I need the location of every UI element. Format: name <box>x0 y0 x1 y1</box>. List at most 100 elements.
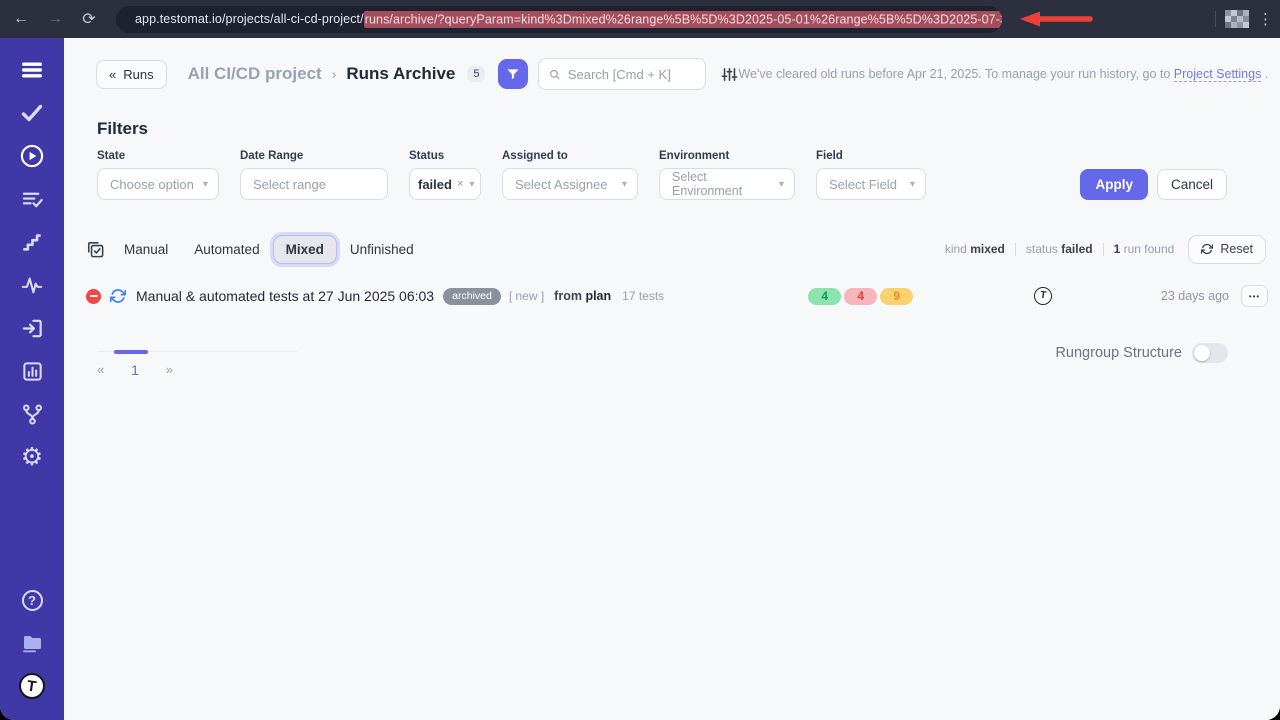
summary-divider <box>1103 243 1104 256</box>
filter-toggle-button[interactable] <box>498 59 528 89</box>
play-circle-icon[interactable] <box>18 142 46 170</box>
apply-button[interactable]: Apply <box>1080 169 1148 200</box>
runs-button-label: Runs <box>123 67 153 82</box>
date-range-input-wrap <box>240 168 388 200</box>
pagination-prev[interactable]: « <box>97 362 104 378</box>
field-label: Field <box>816 150 926 162</box>
checklist-icon[interactable] <box>18 185 46 213</box>
filter-status: Status failed × ▾ <box>409 150 481 200</box>
reload-icon[interactable]: ⟳ <box>76 9 102 29</box>
filter-assigned-to: Assigned to Select Assignee ▾ <box>502 150 638 200</box>
browser-menu-icon[interactable]: ⋮ <box>1258 10 1272 28</box>
pagination-page-1[interactable]: 1 <box>131 362 139 378</box>
archived-badge: archived <box>443 288 501 305</box>
project-settings-link[interactable]: Project Settings <box>1174 67 1262 82</box>
cleanup-notice: We've cleared old runs before Apr 21, 20… <box>738 67 1268 81</box>
forward-icon[interactable]: → <box>42 10 68 28</box>
help-icon[interactable]: ? <box>18 586 46 614</box>
new-badge: [ new ] <box>509 289 544 303</box>
search-input[interactable] <box>568 67 696 82</box>
check-icon[interactable] <box>18 99 46 127</box>
extension-icon[interactable] <box>1225 10 1249 28</box>
tab-mixed[interactable]: Mixed <box>273 235 337 264</box>
toggle-knob <box>1194 345 1210 361</box>
breadcrumb: All CI/CD project › Runs Archive 5 <box>188 64 486 84</box>
passed-count-badge: 4 <box>808 288 841 305</box>
run-more-button[interactable]: ••• <box>1241 285 1268 307</box>
chevron-down-icon: ▾ <box>779 179 784 190</box>
select-all-runs-button[interactable] <box>86 240 105 259</box>
page-title: Runs Archive <box>346 64 455 84</box>
menu-icon[interactable] <box>18 56 46 84</box>
assignee-select[interactable]: Select Assignee ▾ <box>502 168 638 200</box>
reset-filters-button[interactable]: Reset <box>1188 235 1266 264</box>
import-icon[interactable] <box>18 314 46 342</box>
filter-actions: Apply Cancel <box>1080 169 1227 200</box>
filter-field: Field Select Field ▾ <box>816 150 926 200</box>
kind-summary: kind mixed <box>945 242 1005 256</box>
environment-label: Environment <box>659 150 795 162</box>
run-source: from plan <box>554 289 611 303</box>
rungroup-structure-control: Rungroup Structure <box>1055 343 1228 363</box>
date-range-input[interactable] <box>253 177 375 192</box>
browser-window: ← → ⟳ app.testomat.io/projects/all-ci-cd… <box>0 0 1280 720</box>
activity-icon[interactable] <box>18 271 46 299</box>
breadcrumb-project[interactable]: All CI/CD project <box>188 64 322 84</box>
status-summary: status failed <box>1026 242 1093 256</box>
funnel-icon <box>506 67 520 81</box>
folder-icon[interactable] <box>18 629 46 657</box>
notice-text: We've cleared old runs before Apr 21, 20… <box>738 67 1170 81</box>
run-title-link[interactable]: Manual & automated tests at 27 Jun 2025 … <box>136 288 434 304</box>
assigned-to-label: Assigned to <box>502 150 638 162</box>
back-to-runs-button[interactable]: « Runs <box>96 60 167 89</box>
environment-select[interactable]: Select Environment ▾ <box>659 168 795 200</box>
failed-status-icon <box>86 289 101 304</box>
adjust-columns-button[interactable] <box>721 66 738 83</box>
collapse-icon: « <box>109 67 116 82</box>
mixed-run-icon <box>110 288 126 304</box>
filter-environment: Environment Select Environment ▾ <box>659 150 795 200</box>
pagination-next[interactable]: » <box>166 362 173 378</box>
browser-controls: ⋮ <box>1215 0 1272 38</box>
run-time-ago: 23 days ago <box>1161 289 1229 303</box>
remove-status-icon[interactable]: × <box>457 178 463 190</box>
status-select[interactable]: failed × ▾ <box>409 168 481 200</box>
chevron-down-icon: ▾ <box>622 179 627 190</box>
sidebar: ⚙ ? T <box>0 38 64 720</box>
run-stats: 4 4 9 <box>808 288 913 305</box>
chart-icon[interactable] <box>18 357 46 385</box>
run-source-plan-link[interactable]: plan <box>585 289 611 303</box>
tab-automated[interactable]: Automated <box>181 235 272 264</box>
runs-tabs-row: Manual Automated Mixed Unfinished kind m… <box>84 232 1266 266</box>
address-bar[interactable]: app.testomat.io/projects/all-ci-cd-proje… <box>116 6 1002 33</box>
count-summary: 1 run found <box>1114 242 1175 256</box>
chevron-down-icon: ▾ <box>910 179 915 190</box>
filters-title: Filters <box>97 119 148 139</box>
steps-icon[interactable] <box>18 228 46 256</box>
status-label: Status <box>409 150 481 162</box>
skipped-count-badge: 9 <box>880 288 913 305</box>
tab-manual[interactable]: Manual <box>111 235 181 264</box>
page-header: « Runs All CI/CD project › Runs Archive … <box>96 56 1266 92</box>
state-select[interactable]: Choose option ▾ <box>97 168 219 200</box>
cancel-button[interactable]: Cancel <box>1157 169 1227 200</box>
filter-date-range: Date Range <box>240 150 388 200</box>
url-prefix: app.testomat.io/projects/all-ci-cd-proje… <box>135 12 364 26</box>
back-icon[interactable]: ← <box>8 10 34 28</box>
breadcrumb-separator: › <box>332 66 337 82</box>
annotation-arrow <box>1020 11 1094 27</box>
date-range-label: Date Range <box>240 150 388 162</box>
field-select[interactable]: Select Field ▾ <box>816 168 926 200</box>
branch-icon[interactable] <box>18 400 46 428</box>
gear-icon[interactable]: ⚙ <box>18 443 46 471</box>
logo-icon[interactable]: T <box>18 672 46 700</box>
search-icon <box>549 68 560 81</box>
failed-count-badge: 4 <box>844 288 877 305</box>
browser-separator <box>1215 11 1216 27</box>
chevron-down-icon: ▾ <box>203 179 208 190</box>
filters-panel: State Choose option ▾ Date Range Status <box>97 150 1227 200</box>
tab-unfinished[interactable]: Unfinished <box>337 235 427 264</box>
refresh-icon <box>1201 243 1213 255</box>
reporter-logo-icon: T <box>1034 287 1052 305</box>
rungroup-structure-toggle[interactable] <box>1192 343 1228 363</box>
